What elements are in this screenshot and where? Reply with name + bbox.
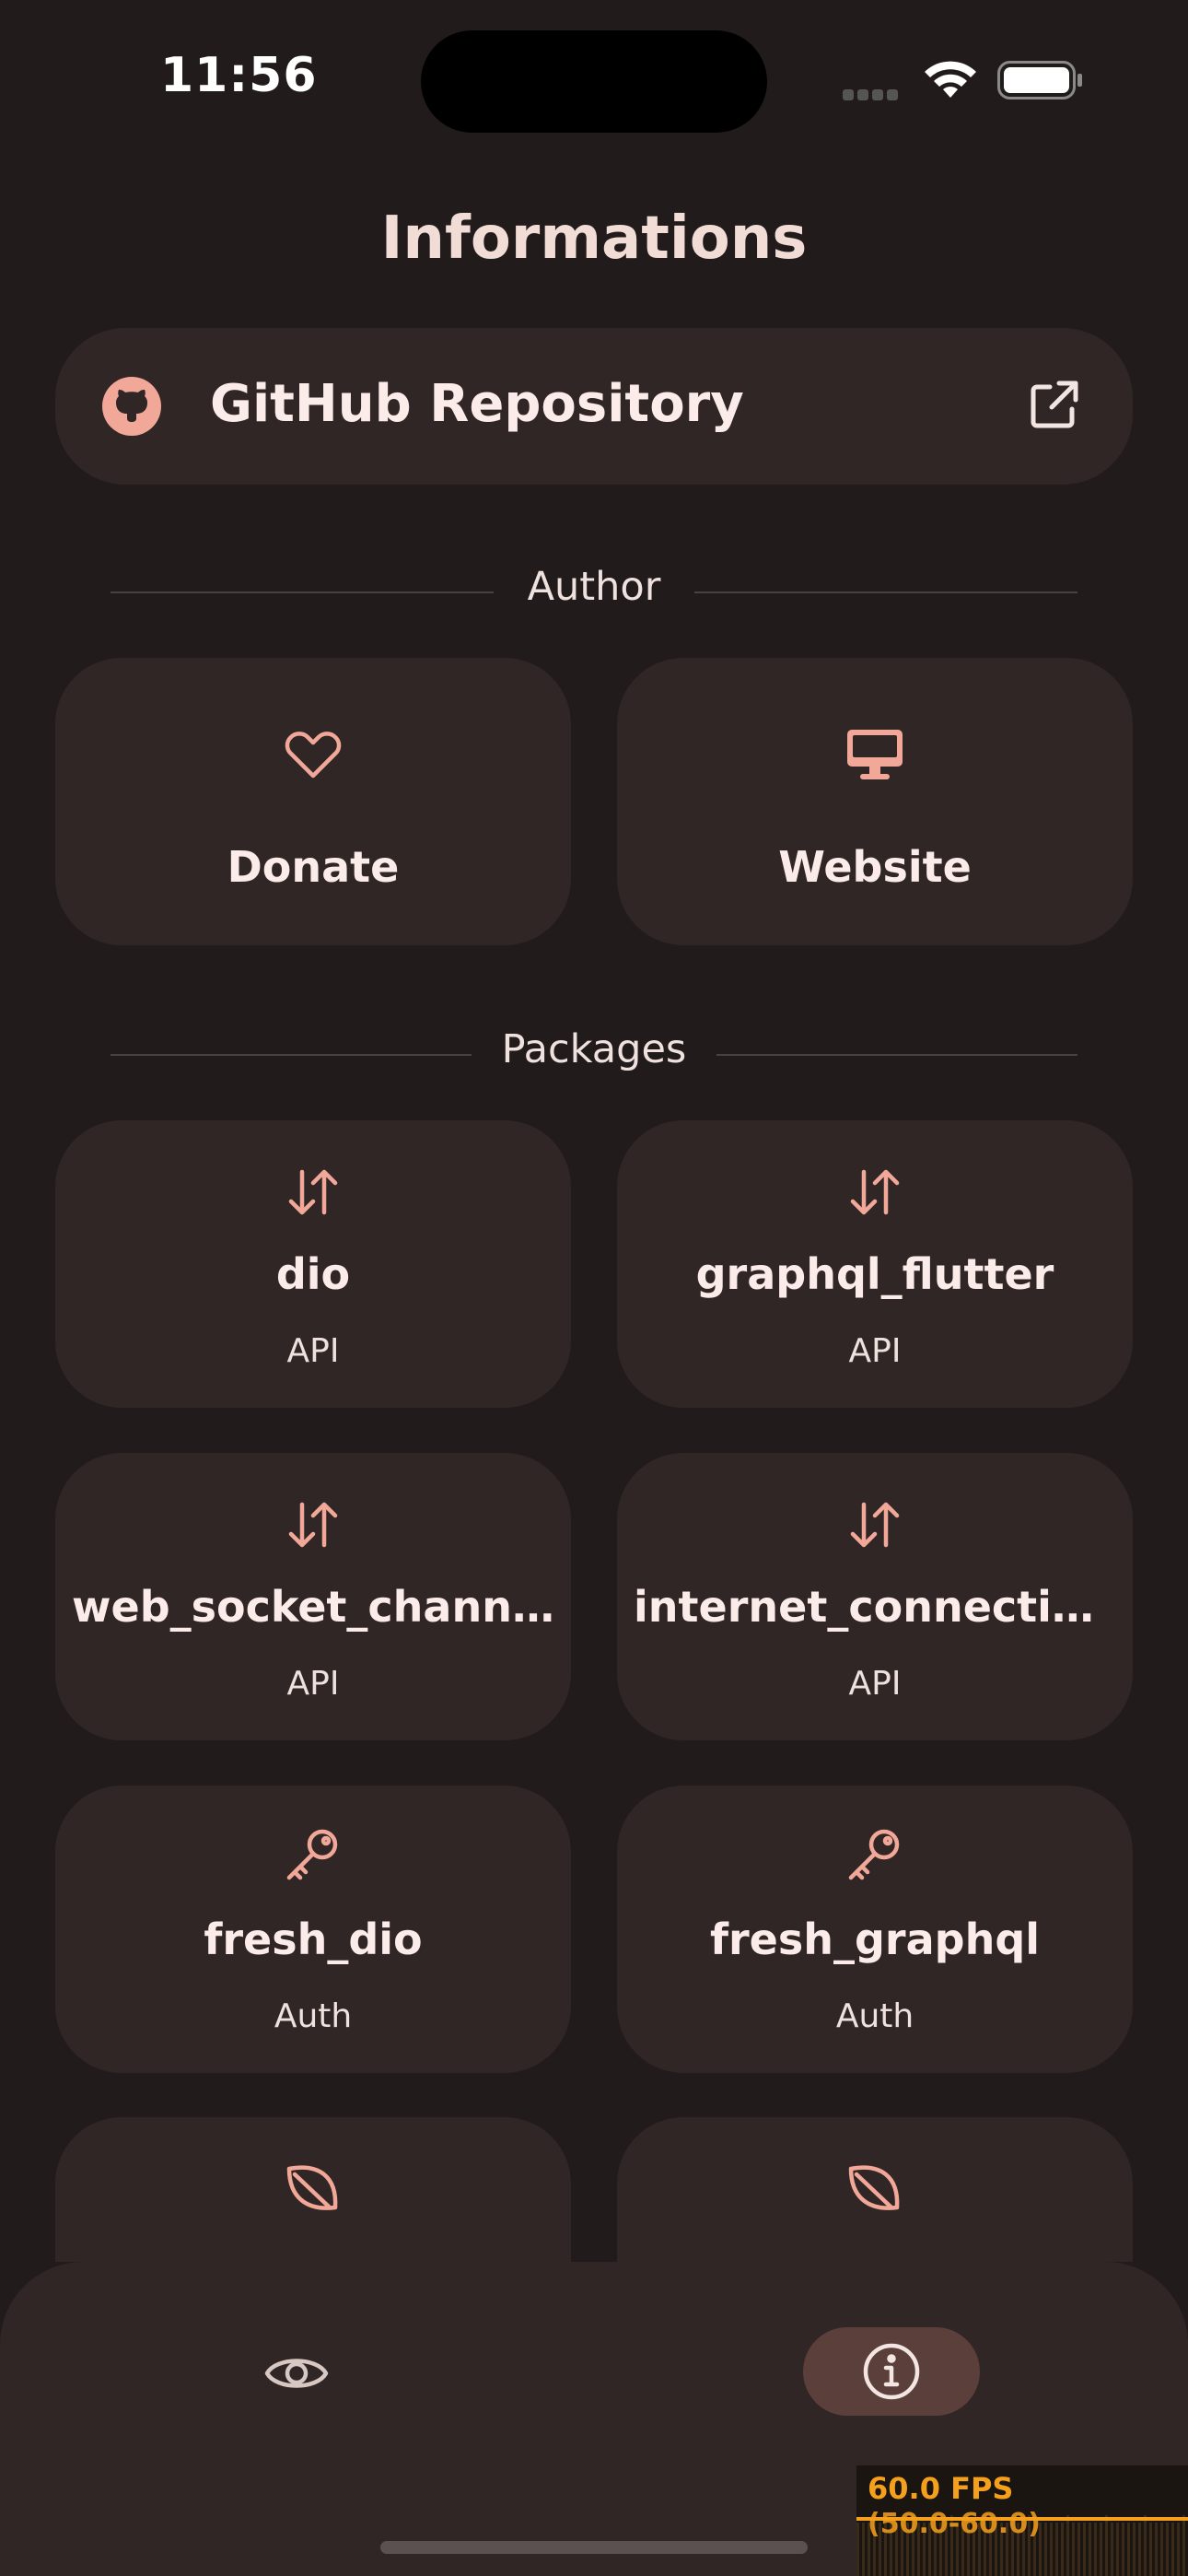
author-divider: Author [111,564,1077,619]
github-icon [102,377,161,436]
fps-graph-bar [1061,2523,1064,2576]
key-icon [286,1829,338,1880]
fps-graph-bar [1160,2523,1163,2576]
website-label: Website [778,842,972,892]
package-title: internet_connectio... [634,1582,1129,1632]
fps-graph-bar [1138,2523,1141,2576]
external-link-icon [1031,381,1078,428]
package-category: API [848,1665,902,1703]
fps-graph-bar [1083,2523,1086,2576]
fps-graph-bar [1171,2523,1174,2576]
packages-divider: Packages [111,1026,1077,1082]
swap-arrows-icon [850,1169,900,1215]
home-indicator [380,2541,808,2554]
leaf-icon [286,2165,338,2210]
fps-graph-bar [1072,2523,1075,2576]
fps-graph-bar [1105,2515,1108,2576]
fps-graph-bar [1177,2523,1180,2576]
package-title: fresh_dio [204,1914,423,1964]
fps-graph-bar [1055,2523,1058,2576]
fps-graph-bar [1066,2515,1069,2576]
scroll-content[interactable]: Informations GitHub Repository Author Do… [0,0,1188,2262]
author-section-label: Author [527,564,661,610]
package-title: graphql_flutter [695,1249,1054,1299]
fps-graph-bar [1144,2515,1147,2576]
fps-graph-bar [1166,2523,1169,2576]
package-card-internet-connection[interactable]: internet_connectio... API [617,1453,1133,1740]
fps-graph-bar [1182,2515,1185,2576]
fps-graph-bar [1089,2523,1091,2576]
swap-arrows-icon [850,1502,900,1548]
package-title: fresh_graphql [709,1914,1041,1964]
package-category: API [286,1665,340,1703]
fps-graph-bar [1077,2523,1080,2576]
package-card-8[interactable] [617,2117,1133,2262]
fps-graph-bar [856,2523,859,2576]
swap-arrows-icon [288,1502,338,1548]
monitor-icon [847,730,903,779]
eye-icon[interactable] [263,2340,330,2406]
swap-arrows-icon [288,1169,338,1215]
fps-graph-bar [1116,2523,1119,2576]
fps-graph-bar [1044,2523,1047,2576]
fps-value: 60.0 FPS [868,2471,1014,2506]
key-icon [848,1829,900,1880]
fps-graph-bar [1127,2523,1130,2576]
package-card-graphql-flutter[interactable]: graphql_flutter API [617,1120,1133,1408]
fps-graph-bar [1155,2523,1158,2576]
package-category: API [286,1332,340,1370]
fps-graph-bar [1111,2523,1113,2576]
fps-graph-bar [1100,2523,1102,2576]
package-card-7[interactable] [55,2117,571,2262]
fps-graph-bar [1133,2523,1136,2576]
package-card-dio[interactable]: dio API [55,1120,571,1408]
package-card-fresh-dio[interactable]: fresh_dio Auth [55,1786,571,2073]
website-button[interactable]: Website [617,658,1133,945]
fps-graph-bar [1050,2523,1053,2576]
package-category: Auth [274,1997,353,2035]
package-category: API [848,1332,902,1370]
fps-graph-bar [1094,2523,1097,2576]
page-title: Informations [380,205,808,273]
packages-section-label: Packages [501,1026,687,1072]
donate-button[interactable]: Donate [55,658,571,945]
fps-graph-bar [862,2523,865,2576]
info-icon[interactable] [858,2338,925,2405]
package-title: dio [275,1249,351,1299]
package-card-web-socket-channel[interactable]: web_socket_channel API [55,1453,571,1740]
github-repository-label: GitHub Repository [210,374,744,434]
donate-label: Donate [227,842,400,892]
heart-icon [285,732,342,779]
fps-graph-bar [1122,2523,1124,2576]
package-category: Auth [835,1997,914,2035]
fps-graph-bar [1149,2523,1152,2576]
screen: 11:56 Informations GitHub Repository Aut… [0,0,1188,2576]
fps-range: (50.0-60.0) [868,2508,1041,2540]
package-title: web_socket_channel [72,1582,555,1632]
leaf-icon [848,2165,900,2210]
fps-overlay: 60.0 FPS (50.0-60.0) [856,2465,1188,2576]
package-card-fresh-graphql[interactable]: fresh_graphql Auth [617,1786,1133,2073]
